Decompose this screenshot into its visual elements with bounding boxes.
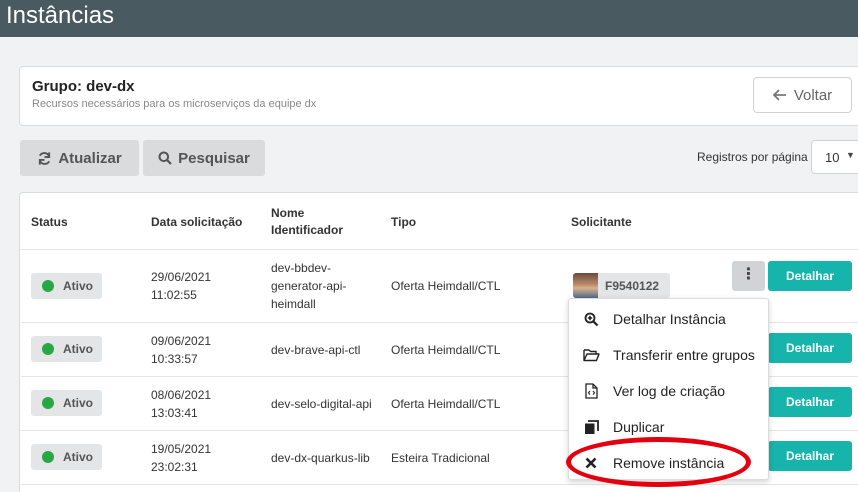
back-label: Voltar [793,86,833,104]
status-dot-icon [42,343,54,355]
date-cell: 09/06/2021 10:33:57 [151,332,211,368]
name-line2: generator-api- [271,279,347,293]
type-cell: Oferta Heimdall/CTL [391,397,501,411]
detail-button[interactable]: Detalhar [768,441,852,471]
type-cell: Esteira Tradicional [391,451,490,465]
date-cell: 29/06/2021 11:02:55 [151,268,211,304]
date-cell: 08/06/2021 13:03:41 [151,386,211,422]
name-line1: dev-bbdev- [271,261,332,275]
header-name: Nome Identificador [271,205,343,239]
times-icon [569,457,613,469]
arrow-left-icon [772,89,786,101]
status-badge: Ativo [31,444,102,470]
avatar [573,273,598,298]
header-name-line1: Nome [271,206,305,220]
status-dot-icon [42,397,54,409]
menu-item-label: Duplicar [613,419,665,435]
name-cell: dev-selo-digital-api [271,397,372,411]
menu-item-transfer-groups[interactable]: Transferir entre grupos [569,338,770,372]
detail-button[interactable]: Detalhar [768,333,852,363]
status-label: Ativo [63,396,93,410]
type-cell: Oferta Heimdall/CTL [391,279,501,293]
time-value: 23:02:31 [151,460,198,474]
name-line3: heimdall [271,297,316,311]
status-badge: Ativo [31,336,102,362]
status-dot-icon [42,451,54,463]
menu-item-label: Remove instância [613,455,725,471]
per-page-value: 10 [825,150,840,165]
status-label: Ativo [63,279,93,293]
copy-icon [569,419,613,435]
date-value: 09/06/2021 [151,334,212,348]
name-cell: dev-brave-api-ctl [271,343,361,357]
per-page-label: Registros por página [697,150,808,164]
header-date: Data solicitação [151,215,243,229]
refresh-label: Atualizar [58,149,122,167]
detail-button[interactable]: Detalhar [768,387,852,417]
group-subtitle: Recursos necessários para os microserviç… [32,98,317,110]
date-cell: 19/05/2021 23:02:31 [151,440,211,476]
date-value: 29/06/2021 [151,270,212,284]
divider [21,484,858,485]
header-status: Status [31,215,68,229]
menu-item-label: Transferir entre grupos [613,347,755,363]
requester-id: F9540122 [605,279,660,293]
header-name-line2: Identificador [271,223,344,237]
time-value: 11:02:55 [151,288,197,302]
caret-down-icon: ▼ [846,150,855,160]
group-card: Grupo: dev-dx Recursos necessários para … [19,66,858,126]
search-button[interactable]: Pesquisar [143,140,265,176]
file-code-icon [569,383,613,399]
status-label: Ativo [63,450,93,464]
header-requester: Solicitante [571,215,632,229]
date-value: 19/05/2021 [151,442,212,456]
refresh-button[interactable]: Atualizar [20,140,139,176]
menu-item-label: Detalhar Instância [613,311,726,327]
detail-button[interactable]: Detalhar [768,261,852,291]
time-value: 10:33:57 [151,352,198,366]
menu-item-label: Ver log de criação [613,383,726,399]
actions-menu: Detalhar Instância Transferir entre grup… [568,298,769,480]
folder-open-icon [569,348,613,362]
requester-chip: F9540122 [573,273,670,298]
status-badge: Ativo [31,390,102,416]
menu-item-duplicate[interactable]: Duplicar [569,410,770,444]
status-badge: Ativo [31,273,102,299]
back-button[interactable]: Voltar [753,77,852,113]
menu-item-view-creation-log[interactable]: Ver log de criação [569,374,770,408]
status-dot-icon [42,280,54,292]
date-value: 08/06/2021 [151,388,212,402]
menu-item-detail-instance[interactable]: Detalhar Instância [569,302,770,336]
top-bar: Instâncias [0,0,858,37]
group-title: Grupo: dev-dx [32,78,135,95]
more-options-button[interactable]: ⋮ [732,261,765,291]
per-page-select[interactable]: 10 ▼ [811,140,858,174]
page-title: Instâncias [6,2,115,29]
time-value: 13:03:41 [151,406,198,420]
sync-icon [39,151,51,165]
name-cell: dev-dx-quarkus-lib [271,451,370,465]
status-label: Ativo [63,342,93,356]
name-cell: dev-bbdev- generator-api- heimdall [271,259,346,313]
type-cell: Oferta Heimdall/CTL [391,343,501,357]
menu-item-remove-instance[interactable]: Remove instância [569,446,770,480]
search-icon [158,151,172,165]
header-type: Tipo [391,215,417,229]
search-label: Pesquisar [178,149,250,167]
zoom-in-icon [569,312,613,327]
